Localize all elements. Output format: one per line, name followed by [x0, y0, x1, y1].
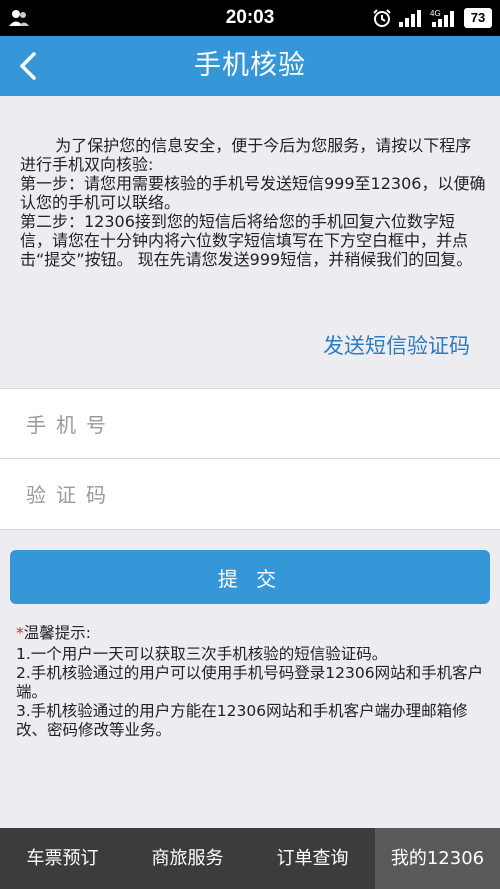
submit-button[interactable]: 提 交 — [10, 550, 490, 604]
app-header: 手机核验 — [0, 36, 500, 96]
nav-ticket-booking[interactable]: 车票预订 — [0, 828, 125, 889]
intro-text: 为了保护您的信息安全，便于今后为您服务，请按以下程序进行手机双向核验: — [20, 136, 472, 174]
verification-form — [0, 388, 500, 530]
bottom-navigation: 车票预订 商旅服务 订单查询 我的12306 — [0, 828, 500, 889]
status-bar: 20:03 4G 73 — [0, 0, 500, 36]
tip-item: 2.手机核验通过的用户可以使用手机号码登录12306网站和手机客户端。 — [16, 664, 484, 701]
svg-text:4G: 4G — [430, 9, 441, 18]
verification-code-input[interactable] — [24, 459, 478, 530]
tip-item: 1.一个用户一天可以获取三次手机核验的短信验证码。 — [16, 645, 388, 663]
network-4g-icon: 4G — [430, 9, 454, 27]
alarm-icon — [373, 9, 391, 27]
tips-title: 温馨提示: — [23, 624, 91, 642]
send-sms-code-link[interactable]: 发送短信验证码 — [323, 330, 470, 360]
step-one-text: 第一步：请您用需要核验的手机号发送短信999至12306，以便确认您的手机可以联… — [20, 174, 486, 212]
verification-instructions: 为了保护您的信息安全，便于今后为您服务，请按以下程序进行手机双向核验: 第一步：… — [20, 136, 486, 269]
required-star: * — [16, 624, 24, 642]
phone-row — [0, 389, 500, 460]
page-title: 手机核验 — [194, 50, 306, 81]
tips-section: *温馨提示: 1.一个用户一天可以获取三次手机核验的短信验证码。 2.手机核验通… — [16, 624, 486, 740]
battery-icon: 73 — [464, 8, 492, 28]
phone-number-input[interactable] — [24, 389, 478, 460]
step-two-text: 第二步：12306接到您的短信后将给您的手机回复六位数字短信，请您在十分钟内将六… — [20, 212, 473, 269]
code-row — [0, 459, 500, 530]
nav-order-query[interactable]: 订单查询 — [250, 828, 375, 889]
nav-my-12306[interactable]: 我的12306 — [375, 828, 500, 889]
tip-item: 3.手机核验通过的用户方能在12306网站和手机客户端办理邮箱修改、密码修改等业… — [16, 702, 468, 739]
signal-icon — [399, 10, 421, 27]
nav-business-travel[interactable]: 商旅服务 — [125, 828, 250, 889]
